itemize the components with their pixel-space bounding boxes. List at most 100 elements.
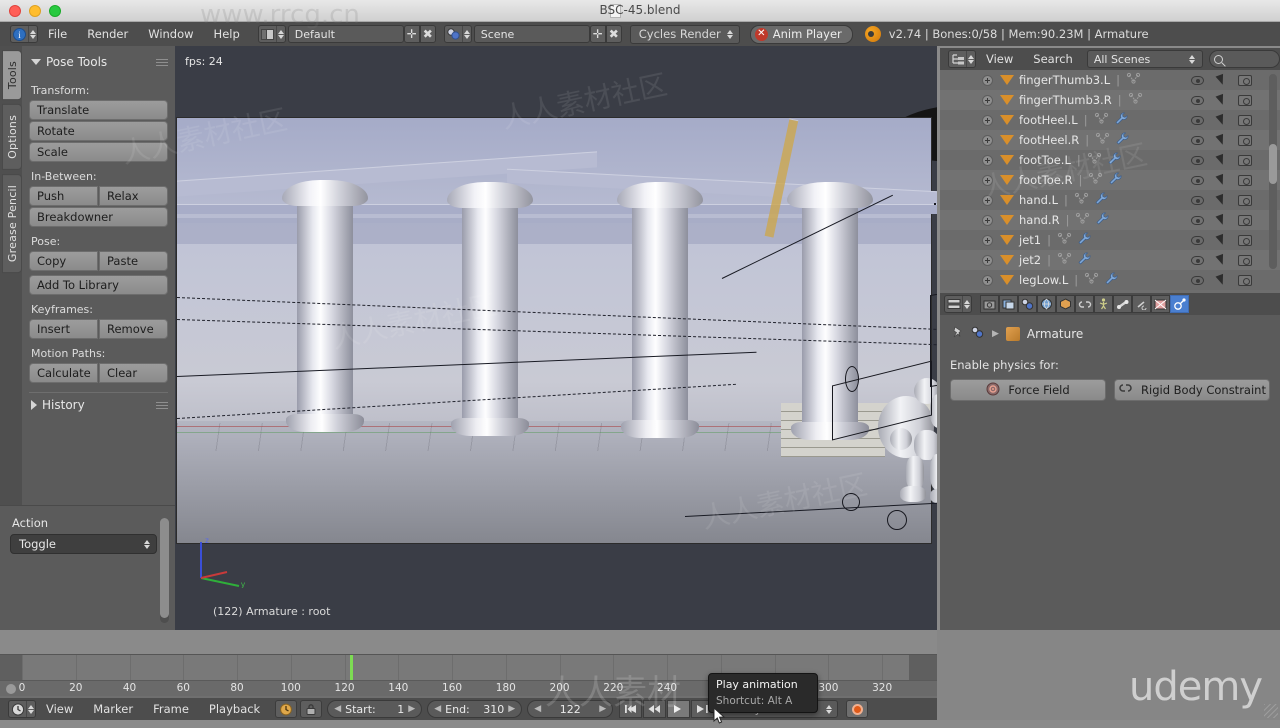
visibility-eye-icon[interactable] [1191,215,1204,225]
selectability-cursor-icon[interactable] [1215,273,1227,287]
selectability-cursor-icon[interactable] [1215,173,1227,187]
playback-transport-controls[interactable] [619,700,715,718]
outliner-row[interactable]: hand.L | [940,190,1280,210]
tab-scene[interactable] [1018,295,1037,313]
bone-ellipse-widget[interactable] [845,366,859,392]
expand-icon[interactable] [982,274,993,286]
history-panel-header[interactable]: History [29,395,168,419]
play-reverse-button[interactable] [643,700,667,718]
armature-data-icon[interactable] [1126,72,1141,88]
armature-data-icon[interactable] [1074,192,1089,208]
tab-armature-data[interactable] [1094,295,1113,313]
jump-to-start-button[interactable] [619,700,643,718]
tab-constraints[interactable] [1075,295,1094,313]
tab-grease-pencil[interactable]: Grease Pencil [2,173,22,274]
close-icon[interactable]: ✕ [754,27,768,41]
expand-icon[interactable] [982,134,993,146]
outliner-row[interactable]: footHeel.R | [940,130,1280,150]
outliner-display-mode-select[interactable]: All Scenes [1086,50,1204,68]
selectability-cursor-icon[interactable] [1215,153,1227,167]
modifier-wrench-icon[interactable] [1077,232,1091,248]
selectability-cursor-icon[interactable] [1215,213,1227,227]
timeline-spinner-icon[interactable] [26,701,35,717]
increment-icon[interactable]: ▶ [508,704,515,714]
outliner-editor[interactable]: View Search All Scenes fingerThumb3.L | fi… [940,48,1280,293]
remove-keyframe-button[interactable]: Remove [99,319,168,339]
modifier-wrench-icon[interactable] [1114,112,1128,128]
visibility-eye-icon[interactable] [1191,155,1204,165]
outliner-row[interactable]: jet1 | [940,230,1280,250]
outliner-row[interactable]: jet2 | [940,250,1280,270]
renderability-camera-icon[interactable] [1238,254,1252,266]
outliner-row[interactable]: fingerThumb3.R | [940,90,1280,110]
renderability-camera-icon[interactable] [1238,234,1252,246]
breakdowner-button[interactable]: Breakdowner [29,207,168,227]
tab-object[interactable] [1056,295,1075,313]
record-keyframes-button[interactable] [846,700,869,718]
visibility-eye-icon[interactable] [1191,175,1204,185]
modifier-wrench-icon[interactable] [1108,172,1122,188]
scene-spinner-icon[interactable] [461,26,471,42]
current-frame-field[interactable]: ◀ 122 ▶ [527,700,614,718]
paste-pose-button[interactable]: Paste [99,251,168,271]
increment-icon[interactable]: ▶ [408,704,415,714]
render-engine-spinner-icon[interactable] [726,26,735,42]
visibility-eye-icon[interactable] [1191,195,1204,205]
editor-type-properties-button[interactable] [944,295,972,313]
decrement-icon[interactable]: ◀ [334,704,341,714]
armature-data-icon[interactable] [1088,172,1103,188]
chevron-right-icon[interactable] [31,400,37,410]
timeline-menu-frame[interactable]: Frame [143,697,199,721]
selectability-cursor-icon[interactable] [1215,193,1227,207]
outliner-row[interactable]: footToe.R | [940,170,1280,190]
menu-help[interactable]: Help [204,22,250,46]
armature-data-icon[interactable] [1057,252,1072,268]
rotate-button[interactable]: Rotate [29,121,168,141]
outliner-menu-view[interactable]: View [976,47,1023,71]
editor-type-info-button[interactable]: i [10,25,38,43]
armature-data-icon[interactable] [1087,152,1102,168]
outliner-row-toggles[interactable] [1191,193,1252,207]
selectability-cursor-icon[interactable] [1215,253,1227,267]
action-panel-scrollbar[interactable] [160,518,169,623]
auto-keyframe-icon[interactable] [275,700,298,718]
outliner-row[interactable]: footHeel.L | [940,110,1280,130]
selectability-cursor-icon[interactable] [1215,73,1227,87]
properties-spinner-icon[interactable] [962,296,971,312]
outliner-row-toggles[interactable] [1191,113,1252,127]
increment-icon[interactable]: ▶ [599,704,606,714]
renderability-camera-icon[interactable] [1238,134,1252,146]
armature-data-icon[interactable] [1057,232,1072,248]
modifier-wrench-icon[interactable] [1104,272,1118,288]
expand-icon[interactable] [982,74,993,86]
visibility-eye-icon[interactable] [1191,135,1204,145]
modifier-wrench-icon[interactable] [1077,252,1091,268]
outliner-row[interactable]: fingerThumb3.L | [940,70,1280,90]
outliner-row-toggles[interactable] [1191,153,1252,167]
timeline-scroll-knob[interactable] [6,684,16,694]
visibility-eye-icon[interactable] [1191,115,1204,125]
scale-button[interactable]: Scale [29,142,168,162]
tab-world[interactable] [1037,295,1056,313]
tab-render[interactable] [980,295,999,313]
pose-tools-panel-header[interactable]: Pose Tools [29,52,168,76]
renderability-camera-icon[interactable] [1238,274,1252,286]
editor-type-outliner-button[interactable] [948,50,976,68]
screen-layout-name-field[interactable]: Default [287,25,404,43]
outliner-row[interactable]: footToe.L | [940,150,1280,170]
selectability-cursor-icon[interactable] [1215,93,1227,107]
outliner-row[interactable]: hand.R | [940,210,1280,230]
chevron-down-icon[interactable] [31,59,41,65]
add-scene-button[interactable]: ✛ [589,25,606,43]
outliner-spinner-icon[interactable] [966,51,975,67]
outliner-menu-search[interactable]: Search [1023,47,1083,71]
armature-data-icon[interactable] [1094,112,1109,128]
timeline-menu-view[interactable]: View [36,697,83,721]
renderability-camera-icon[interactable] [1238,94,1252,106]
selectability-cursor-icon[interactable] [1215,133,1227,147]
timeline-playhead[interactable] [349,655,353,681]
start-frame-field[interactable]: ◀ Start: 1 ▶ [327,700,423,718]
action-spinner-icon[interactable] [142,536,151,552]
tab-options[interactable]: Options [2,104,22,170]
lock-icon[interactable] [300,700,323,718]
